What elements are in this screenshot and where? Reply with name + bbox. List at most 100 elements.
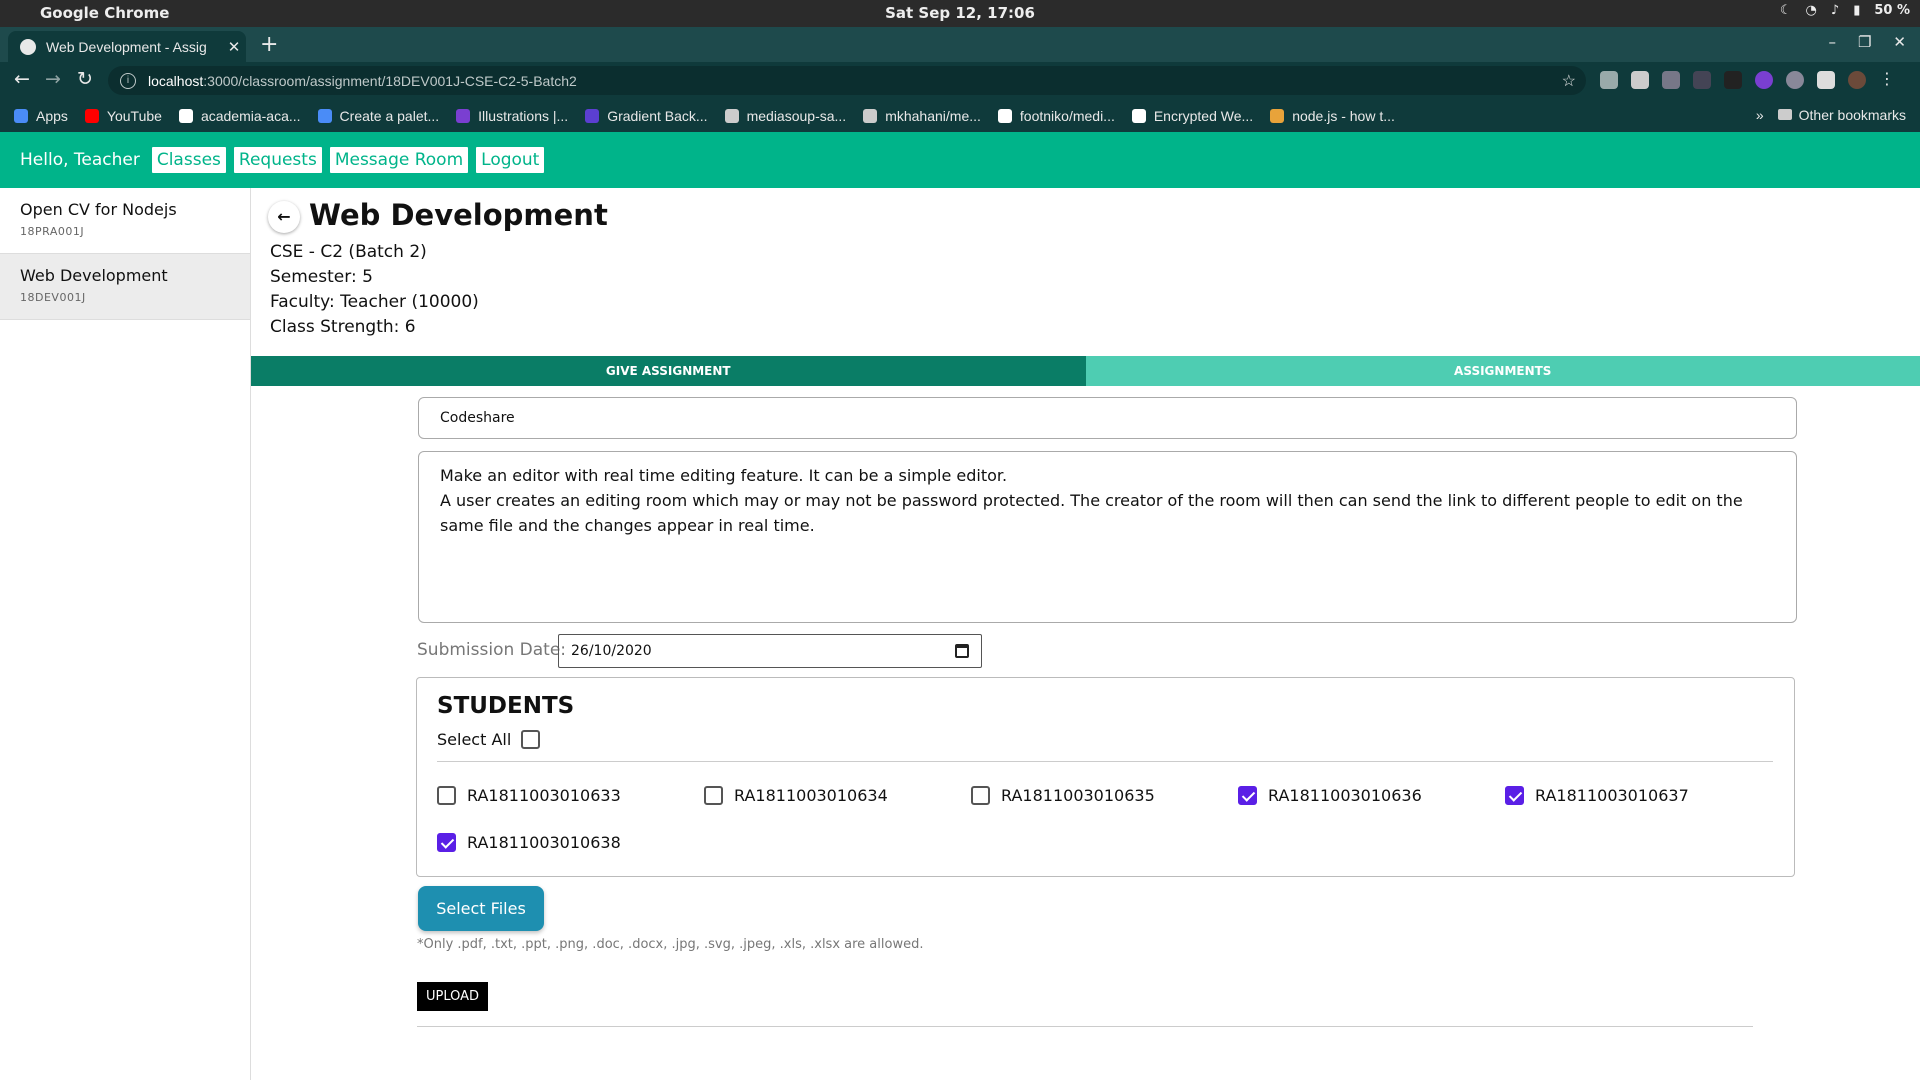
maximize-icon[interactable]: ❐ [1858, 33, 1871, 51]
description-line: A user creates an editing room which may… [440, 491, 1743, 535]
nav-message-room[interactable]: Message Room [329, 147, 469, 173]
assignment-title-input[interactable]: Codeshare [418, 397, 1797, 439]
student-checkbox[interactable] [1238, 786, 1257, 805]
submission-date-input[interactable]: 26/10/2020 [558, 634, 982, 668]
more-bookmarks-button[interactable]: » [1756, 107, 1764, 123]
student-item[interactable]: RA1811003010638 [437, 833, 621, 852]
bookmark-label: academia-aca... [200, 107, 301, 124]
tab-give-assignment[interactable]: GIVE ASSIGNMENT [251, 356, 1086, 386]
browser-tab-active[interactable]: Web Development - Assig ✕ [8, 31, 246, 62]
sidebar-item-code: 18PRA001J [20, 225, 85, 238]
student-item[interactable]: RA1811003010636 [1238, 786, 1422, 805]
bookmark-item[interactable]: Illustrations |... [456, 108, 568, 124]
bookmark-label: Encrypted We... [1153, 107, 1254, 124]
puzzle-extensions-icon[interactable] [1817, 71, 1835, 89]
bookmark-item[interactable]: Gradient Back... [585, 108, 708, 124]
function-extension-icon[interactable] [1693, 71, 1711, 89]
bookmark-item[interactable]: academia-aca... [178, 107, 301, 124]
divider [417, 1026, 1753, 1027]
other-bookmarks-label: Other bookmarks [1798, 107, 1906, 123]
url-host: localhost [148, 72, 204, 89]
bookmark-favicon-icon [724, 108, 739, 123]
volume-icon[interactable]: ♪ [1831, 3, 1839, 18]
bookmark-item[interactable]: node.js - how t... [1270, 108, 1395, 124]
select-files-button[interactable]: Select Files [418, 886, 544, 931]
student-item[interactable]: RA1811003010637 [1505, 786, 1689, 805]
select-all-label: Select All [437, 730, 512, 749]
bookmark-item[interactable]: Encrypted We... [1131, 107, 1254, 124]
allowed-files-note: *Only .pdf, .txt, .ppt, .png, .doc, .doc… [417, 937, 924, 952]
battery-icon[interactable]: ▮ [1853, 3, 1860, 18]
new-tab-button[interactable]: + [260, 32, 278, 57]
bookmark-item[interactable]: mediasoup-sa... [724, 108, 846, 124]
course-meta: CSE - C2 (Batch 2) Semester: 5 Faculty: … [270, 240, 479, 340]
bookmark-item[interactable]: mkhahani/me... [863, 108, 981, 124]
assignment-description-textarea[interactable]: Make an editor with real time editing fe… [418, 451, 1797, 623]
bookmark-favicon-icon [1270, 108, 1285, 123]
student-id: RA1811003010633 [467, 786, 621, 805]
bookmark-label: Apps [36, 107, 68, 124]
target-extension-icon[interactable] [1786, 71, 1804, 89]
bookmark-label: YouTube [106, 107, 162, 124]
forward-arrow-icon[interactable]: → [45, 68, 61, 90]
os-clock[interactable]: Sat Sep 12, 17:06 [0, 4, 1920, 22]
shield-extension-icon[interactable] [1600, 71, 1618, 89]
sidebar-item-name: Open CV for Nodejs [20, 200, 177, 219]
student-id: RA1811003010635 [1001, 786, 1155, 805]
url-path: :3000/classroom/assignment/18DEV001J-CSE… [203, 72, 577, 89]
sidebar-item-code: 18DEV001J [20, 291, 86, 304]
select-all-checkbox[interactable] [521, 730, 541, 749]
dark-extension-icon[interactable] [1724, 71, 1742, 89]
bookmark-favicon-icon [84, 108, 99, 123]
copy-extension-icon[interactable] [1662, 71, 1680, 89]
bookmark-favicon-icon [863, 108, 878, 123]
upload-button[interactable]: UPLOAD [417, 982, 488, 1011]
bookmark-label: Illustrations |... [478, 107, 569, 124]
address-bar[interactable]: i localhost:3000/classroom/assignment/18… [108, 66, 1586, 95]
students-heading: STUDENTS [437, 693, 575, 719]
calendar-icon[interactable] [955, 644, 969, 658]
bookmark-favicon-icon [1131, 108, 1146, 123]
student-checkbox[interactable] [704, 786, 723, 805]
wifi-icon[interactable]: ◔ [1806, 3, 1817, 18]
site-info-icon[interactable]: i [120, 72, 136, 89]
student-item[interactable]: RA1811003010634 [704, 786, 888, 805]
student-checkbox[interactable] [971, 786, 990, 805]
course-section: CSE - C2 (Batch 2) [270, 242, 427, 262]
student-checkbox[interactable] [1505, 786, 1524, 805]
profile-avatar[interactable] [1848, 71, 1866, 89]
assignment-tabs: GIVE ASSIGNMENT ASSIGNMENTS [251, 356, 1920, 386]
nav-classes[interactable]: Classes [151, 147, 226, 173]
student-checkbox[interactable] [437, 833, 456, 852]
bookmark-item[interactable]: Apps [14, 108, 68, 124]
browser-menu-icon[interactable]: ⋮ [1879, 71, 1897, 89]
check-extension-icon[interactable] [1755, 71, 1773, 89]
sidebar-item-opencv[interactable]: Open CV for Nodejs 18PRA001J [0, 188, 250, 254]
minimize-icon[interactable]: – [1828, 33, 1836, 51]
system-tray[interactable]: ☾ ◔ ♪ ▮ 50 % [1780, 3, 1910, 18]
bookmark-star-icon[interactable]: ☆ [1562, 71, 1576, 91]
reload-icon[interactable]: ↻ [77, 68, 93, 90]
bookmark-favicon-icon [178, 108, 193, 123]
battery-percent[interactable]: 50 % [1874, 3, 1910, 18]
sidebar-item-name: Web Development [20, 266, 168, 285]
student-checkbox[interactable] [437, 786, 456, 805]
other-bookmarks-folder[interactable]: Other bookmarks [1777, 107, 1906, 123]
folder-icon [1777, 109, 1792, 120]
bookmark-item[interactable]: YouTube [84, 107, 162, 124]
nav-requests[interactable]: Requests [233, 147, 322, 173]
tab-assignments[interactable]: ASSIGNMENTS [1085, 356, 1920, 386]
back-arrow-icon[interactable]: ← [14, 68, 30, 90]
student-item[interactable]: RA1811003010635 [971, 786, 1155, 805]
close-window-icon[interactable]: ✕ [1893, 33, 1906, 51]
back-button[interactable]: ← [268, 201, 300, 233]
close-tab-icon[interactable]: ✕ [222, 38, 246, 56]
app-navbar: Hello, Teacher Classes Requests Message … [0, 132, 1920, 188]
student-item[interactable]: RA1811003010633 [437, 786, 621, 805]
sidebar-item-web-development[interactable]: Web Development 18DEV001J [0, 254, 250, 320]
pen-extension-icon[interactable] [1631, 71, 1649, 89]
nav-logout[interactable]: Logout [476, 147, 545, 173]
bookmark-item[interactable]: footniko/medi... [997, 108, 1115, 124]
night-light-icon[interactable]: ☾ [1780, 3, 1792, 18]
bookmark-item[interactable]: Create a palet... [317, 108, 439, 124]
